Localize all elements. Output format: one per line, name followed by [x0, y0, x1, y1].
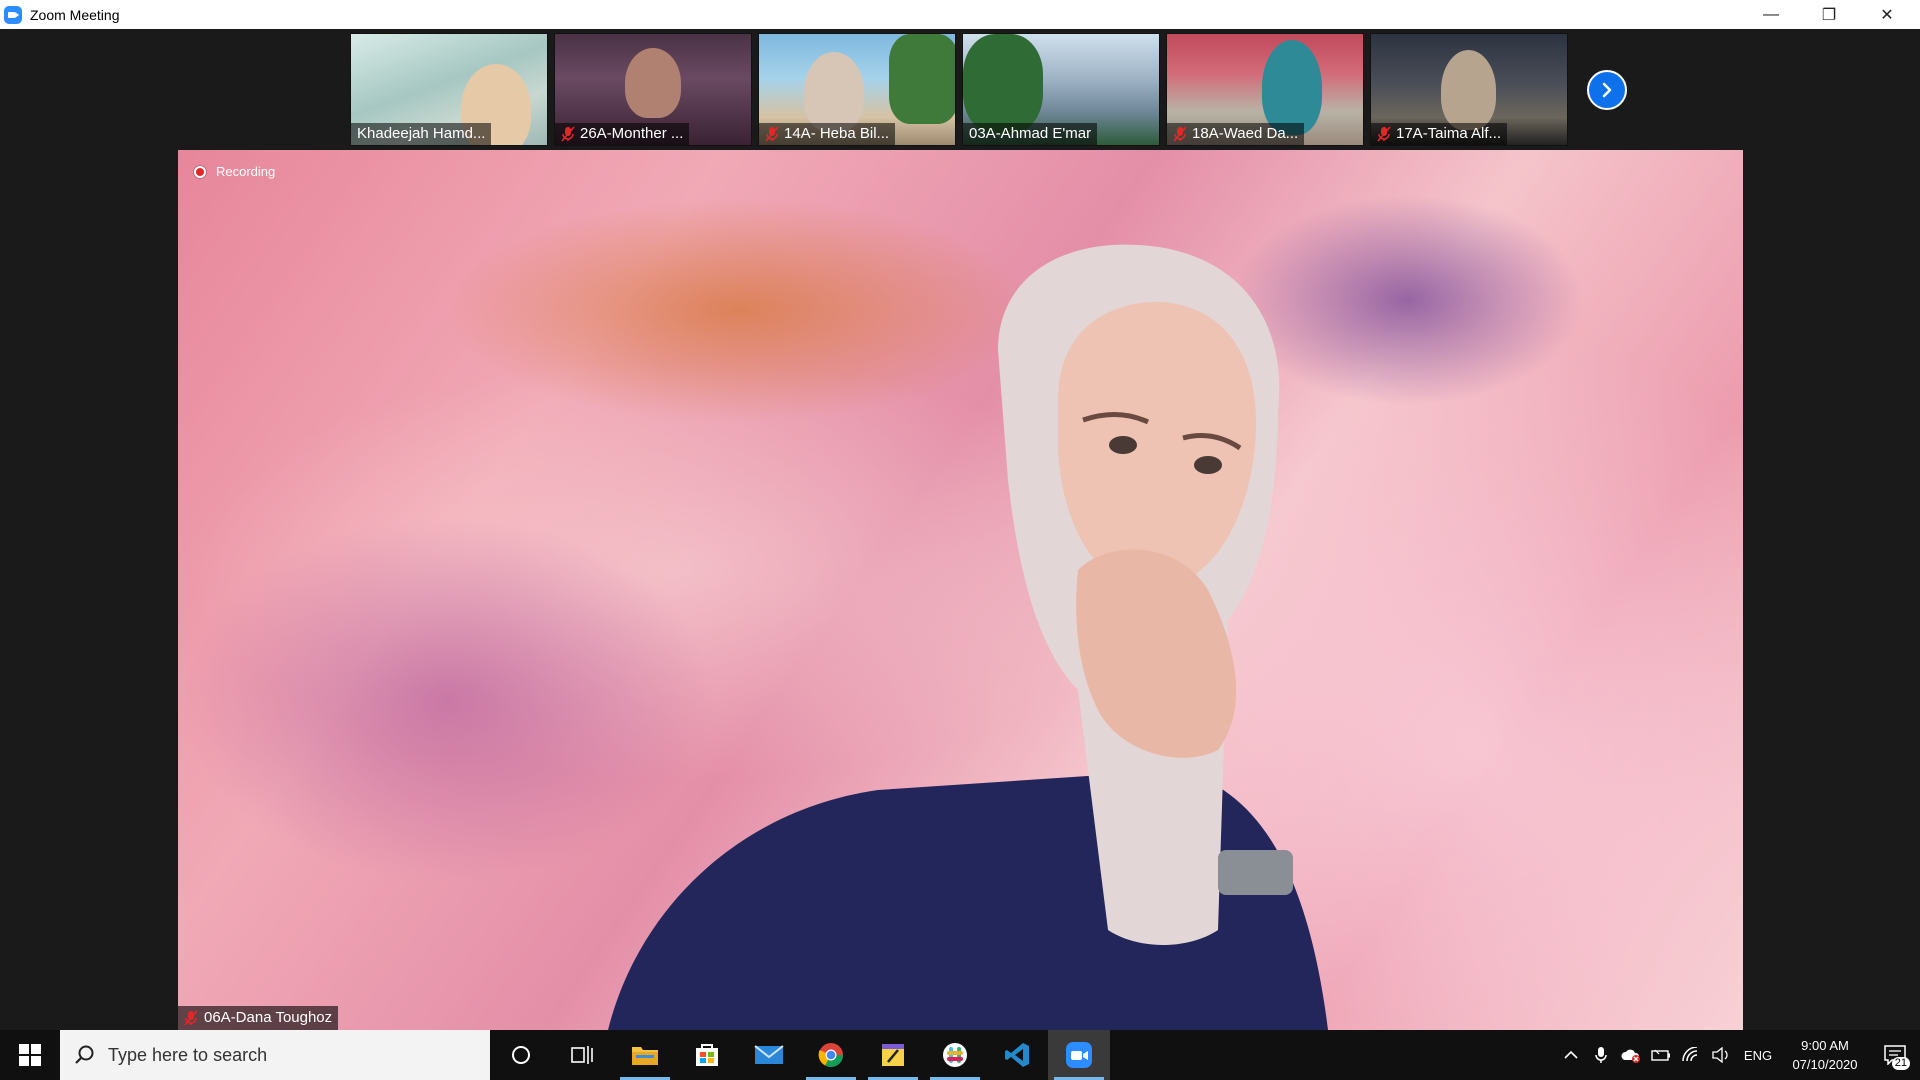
- store-icon: [696, 1044, 718, 1066]
- muted-mic-icon: [561, 126, 575, 142]
- chrome-button[interactable]: [800, 1030, 862, 1080]
- muted-mic-icon: [184, 1010, 198, 1026]
- sticky-notes-icon: [882, 1044, 904, 1066]
- participant-name: 14A- Heba Bil...: [784, 125, 890, 142]
- slack-button[interactable]: [924, 1030, 986, 1080]
- file-explorer-icon: [632, 1047, 658, 1065]
- wifi-icon: [1682, 1047, 1698, 1062]
- recording-label: Recording: [216, 164, 276, 179]
- next-page-button[interactable]: [1587, 70, 1627, 110]
- recording-indicator: Recording: [194, 164, 275, 179]
- cortana-icon: [512, 1046, 530, 1064]
- minimize-button[interactable]: —: [1742, 0, 1800, 29]
- participant-name: 18A-Waed Da...: [1192, 125, 1299, 142]
- recording-dot-icon: [194, 165, 206, 178]
- participant-thumbnail[interactable]: 18A-Waed Da...: [1166, 33, 1364, 146]
- taskbar-clock[interactable]: 9:00 AM 07/10/2020: [1780, 1036, 1870, 1074]
- active-speaker-video: Recording 06A-Dana Toughoz: [178, 150, 1743, 1030]
- participant-name-tag: 26A-Monther ...: [555, 123, 690, 145]
- participant-video: [804, 52, 864, 132]
- participant-video: [625, 48, 681, 118]
- muted-mic-icon: [1173, 126, 1187, 142]
- participant-name-tag: Khadeejah Hamd...: [351, 123, 492, 145]
- start-button[interactable]: [0, 1030, 60, 1080]
- windows-logo-icon: [19, 1044, 41, 1066]
- windows-taskbar: Type here to search ENG 9:00 AM 07/10/20…: [0, 1030, 1920, 1080]
- window-title: Zoom Meeting: [30, 6, 120, 23]
- participant-name: 03A-Ahmad E'mar: [969, 125, 1092, 142]
- volume-icon: [1712, 1047, 1728, 1063]
- battery-icon: [1651, 1049, 1670, 1061]
- maximize-button[interactable]: ❐: [1800, 0, 1858, 29]
- system-tray: ENG 9:00 AM 07/10/2020 21: [1556, 1030, 1920, 1080]
- onedrive-tray-button[interactable]: [1616, 1030, 1646, 1080]
- vscode-button[interactable]: [986, 1030, 1048, 1080]
- participant-name-tag: 17A-Taima Alf...: [1371, 123, 1508, 145]
- store-button[interactable]: [676, 1030, 738, 1080]
- show-hidden-icons-button[interactable]: [1556, 1030, 1586, 1080]
- plant-background: [963, 34, 1043, 134]
- muted-mic-icon: [765, 126, 779, 142]
- speaker-name: 06A-Dana Toughoz: [204, 1009, 333, 1026]
- notification-count-badge: 21: [1891, 1057, 1910, 1070]
- wifi-tray-button[interactable]: [1676, 1030, 1706, 1080]
- mail-icon: [754, 1045, 784, 1064]
- search-placeholder: Type here to search: [108, 1044, 268, 1065]
- microphone-icon: [1595, 1047, 1607, 1063]
- participant-video: [1262, 40, 1322, 135]
- cloud-error-icon: [1621, 1049, 1640, 1063]
- speaker-figure: [608, 244, 1328, 1030]
- participant-thumbnail[interactable]: 14A- Heba Bil...: [758, 33, 956, 146]
- input-language-indicator[interactable]: ENG: [1736, 1048, 1780, 1063]
- palm-tree: [889, 34, 955, 124]
- clock-time: 9:00 AM: [1801, 1038, 1849, 1053]
- zoom-icon: [1066, 1042, 1092, 1068]
- volume-tray-button[interactable]: [1706, 1030, 1736, 1080]
- participant-name-tag: 03A-Ahmad E'mar: [963, 123, 1098, 145]
- vscode-icon: [1005, 1043, 1029, 1067]
- participant-thumbnail[interactable]: 26A-Monther ...: [554, 33, 752, 146]
- task-view-button[interactable]: [552, 1030, 614, 1080]
- file-explorer-button[interactable]: [614, 1030, 676, 1080]
- participant-thumbnail[interactable]: 17A-Taima Alf...: [1370, 33, 1568, 146]
- search-icon: [75, 1045, 94, 1064]
- participant-name-tag: 18A-Waed Da...: [1167, 123, 1305, 145]
- task-view-icon: [571, 1046, 593, 1064]
- chevron-right-icon: [1602, 82, 1612, 98]
- participant-thumbnail[interactable]: Khadeejah Hamd...: [350, 33, 548, 146]
- participant-name: Khadeejah Hamd...: [357, 125, 486, 142]
- participant-video: [1441, 50, 1496, 130]
- action-center-button[interactable]: 21: [1870, 1030, 1920, 1080]
- meeting-stage: Khadeejah Hamd... 26A-Monther ... 14A- H…: [0, 29, 1920, 1030]
- participant-name-tag: 14A- Heba Bil...: [759, 123, 896, 145]
- battery-tray-button[interactable]: [1646, 1030, 1676, 1080]
- slack-icon: [943, 1043, 967, 1067]
- cortana-button[interactable]: [490, 1030, 552, 1080]
- mail-button[interactable]: [738, 1030, 800, 1080]
- taskbar-search[interactable]: Type here to search: [60, 1030, 490, 1080]
- microphone-tray-button[interactable]: [1586, 1030, 1616, 1080]
- muted-mic-icon: [1377, 126, 1391, 142]
- chrome-icon: [818, 1043, 843, 1068]
- chevron-up-icon: [1564, 1050, 1578, 1059]
- sticky-notes-button[interactable]: [862, 1030, 924, 1080]
- clock-date: 07/10/2020: [1792, 1057, 1858, 1072]
- participant-name: 26A-Monther ...: [580, 125, 684, 142]
- participant-thumbnail[interactable]: 03A-Ahmad E'mar: [962, 33, 1160, 146]
- zoom-icon: [4, 5, 22, 24]
- title-bar: Zoom Meeting — ❐ ✕: [0, 0, 1920, 29]
- participant-name: 17A-Taima Alf...: [1396, 125, 1502, 142]
- close-button[interactable]: ✕: [1858, 0, 1916, 29]
- speaker-name-tag: 06A-Dana Toughoz: [178, 1006, 339, 1030]
- zoom-taskbar-button[interactable]: [1048, 1030, 1110, 1080]
